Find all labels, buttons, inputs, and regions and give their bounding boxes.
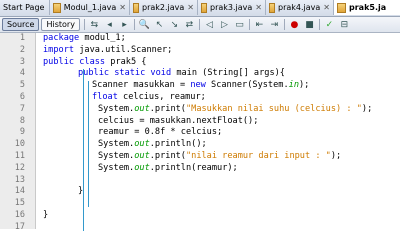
code-line: } — [43, 209, 49, 220]
code-line: System.out.print("nilai reamur dari inpu… — [98, 150, 342, 161]
java-file-icon — [337, 2, 346, 13]
back-icon[interactable]: ◂ — [104, 19, 115, 30]
tab-prak2[interactable]: prak2.java ✕ — [130, 0, 198, 15]
line-number: 9 — [19, 127, 25, 138]
line-number: 15 — [14, 198, 25, 209]
code-line: System.out.print("Masukkan nilai suhu (c… — [98, 103, 373, 114]
line-number: 8 — [19, 115, 25, 126]
tab-label: prak3.java — [210, 3, 253, 12]
start-page-label: Start Page — [3, 3, 45, 12]
tab-start-page[interactable]: Start Page — [0, 0, 50, 15]
tab-prak4[interactable]: prak4.java ✕ — [266, 0, 334, 15]
code-line: System.out.println(reamur); — [98, 162, 238, 173]
java-file-icon — [133, 2, 139, 13]
tab-prak5[interactable]: prak5.ja — [334, 0, 400, 15]
close-icon[interactable]: ✕ — [323, 3, 330, 12]
line-number-gutter: 1 2 3 4 5 6 7 8 9 10 11 12 13 14 15 16 1… — [0, 33, 36, 232]
tab-label: prak5.ja — [349, 3, 387, 12]
toolbar-separator — [133, 19, 135, 30]
toolbar-separator — [318, 19, 320, 30]
code-line: float celcius, reamur; — [92, 91, 206, 102]
editor-toolbar: Source History ⇆ ◂ ▸ 🔍 ↖ ↘ ⇄ ◁ ▷ ▭ ⇤ ⇥ ●… — [0, 17, 400, 33]
close-icon[interactable]: ✕ — [255, 3, 262, 12]
line-number: 7 — [19, 103, 25, 114]
toolbar-separator — [248, 19, 250, 30]
tab-label: prak4.java — [278, 3, 321, 12]
line-number: 6 — [19, 91, 25, 102]
uncomment-icon[interactable]: ⊟ — [339, 19, 350, 30]
java-file-icon — [53, 2, 61, 13]
code-line: celcius = masukkan.nextFloat(); — [98, 115, 259, 126]
code-line: public static void main (String[] args){ — [78, 68, 285, 79]
java-file-icon — [269, 2, 275, 13]
java-file-icon — [201, 2, 207, 13]
println-argument: (reamur); — [191, 162, 238, 173]
prompt-string: "Masukkan nilai suhu (celcius) : " — [185, 103, 362, 114]
code-line: System.out.println(); — [98, 139, 207, 150]
close-icon[interactable]: ✕ — [187, 3, 194, 12]
line-number: 1 — [19, 33, 25, 43]
code-line: Scanner masukkan = new Scanner(System.in… — [92, 80, 310, 91]
tab-label: prak2.java — [142, 3, 185, 12]
previous-bookmark-icon[interactable]: ◁ — [204, 19, 215, 30]
shift-right-icon[interactable]: ⇥ — [269, 19, 280, 30]
code-line: } — [78, 186, 84, 197]
toggle-bookmark-icon[interactable]: ▭ — [234, 19, 245, 30]
start-macro-icon[interactable]: ● — [289, 19, 300, 30]
code-area[interactable]: package modul_1; import java.util.Scanne… — [36, 33, 400, 231]
find-icon[interactable]: 🔍 — [139, 19, 150, 30]
code-line: import java.util.Scanner; — [43, 44, 173, 55]
code-line: reamur = 0.8f * celcius; — [98, 127, 223, 138]
line-number: 2 — [19, 44, 25, 55]
line-number: 13 — [14, 174, 25, 185]
history-button[interactable]: History — [41, 18, 80, 31]
find-selection-icon[interactable]: ⇄ — [184, 19, 195, 30]
find-previous-icon[interactable]: ↖ — [154, 19, 165, 30]
source-button[interactable]: Source — [2, 18, 40, 31]
toolbar-separator — [83, 19, 85, 30]
code-editor[interactable]: 1 2 3 4 5 6 7 8 9 10 11 12 13 14 15 16 1… — [0, 33, 400, 232]
toolbar-separator — [198, 19, 200, 30]
line-number: 10 — [14, 139, 25, 150]
tab-label: Modul_1.java — [63, 3, 117, 12]
code-line: public class prak5 { — [43, 56, 147, 67]
line-number: 12 — [14, 162, 25, 173]
line-number: 11 — [14, 150, 25, 161]
tab-prak3[interactable]: prak3.java ✕ — [198, 0, 266, 15]
close-icon[interactable]: ✕ — [119, 3, 126, 12]
indent-guide — [88, 81, 89, 207]
comment-icon[interactable]: ✓ — [324, 19, 335, 30]
toolbar-separator — [283, 19, 285, 30]
last-edit-icon[interactable]: ⇆ — [89, 19, 100, 30]
stop-macro-icon[interactable]: ■ — [304, 19, 315, 30]
line-number: 17 — [14, 221, 25, 232]
result-string: "nilai reamur dari input : " — [185, 150, 331, 161]
tab-modul-1[interactable]: Modul_1.java ✕ — [50, 0, 130, 15]
line-number: 14 — [14, 186, 25, 197]
line-number: 16 — [14, 209, 25, 220]
indent-guide — [83, 69, 84, 231]
next-bookmark-icon[interactable]: ▷ — [219, 19, 230, 30]
line-number: 3 — [19, 56, 25, 67]
find-next-icon[interactable]: ↘ — [169, 19, 180, 30]
shift-left-icon[interactable]: ⇤ — [254, 19, 265, 30]
forward-icon[interactable]: ▸ — [119, 19, 130, 30]
editor-tab-bar: Start Page Modul_1.java ✕ prak2.java ✕ p… — [0, 0, 400, 17]
line-number: 5 — [19, 80, 25, 91]
line-number: 4 — [19, 68, 25, 79]
code-line: package modul_1; — [43, 33, 126, 43]
